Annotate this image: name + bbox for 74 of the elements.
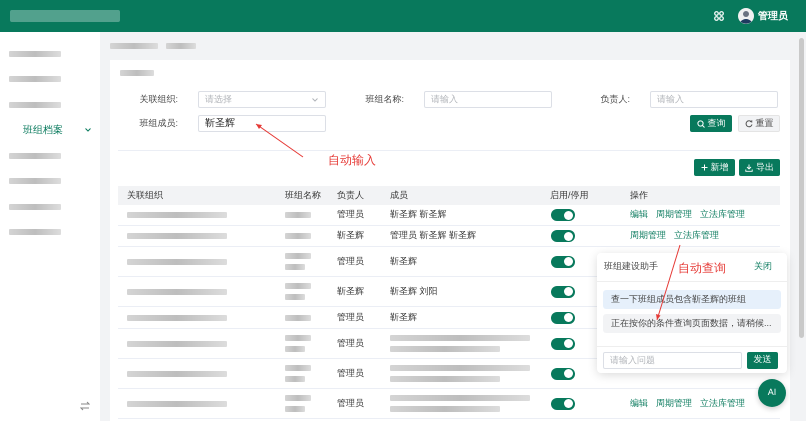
- action-link[interactable]: 立法库管理: [700, 396, 745, 410]
- search-icon: [696, 120, 704, 128]
- plus-icon: [700, 164, 708, 171]
- action-link[interactable]: 周期管理: [630, 229, 666, 243]
- close-link[interactable]: 关闭: [754, 260, 772, 274]
- toggle-switch[interactable]: [551, 312, 575, 324]
- column-header: 班组名称: [284, 188, 322, 202]
- column-header: 负责人: [336, 188, 365, 202]
- toggle-switch[interactable]: [551, 338, 575, 350]
- search-button[interactable]: 查询: [690, 115, 732, 132]
- redacted-text: [9, 152, 61, 159]
- redacted-text: [9, 76, 61, 82]
- redacted-text: [110, 43, 158, 49]
- toggle-switch[interactable]: [551, 256, 575, 268]
- redacted-text: [9, 178, 61, 184]
- table-cell-text: 靳圣辉: [337, 229, 365, 242]
- add-button[interactable]: 新增: [694, 159, 735, 176]
- table-cell-text: 靳圣辉 靳圣辉: [390, 208, 448, 222]
- field-label: 关联组织:: [138, 92, 179, 106]
- column-header: 操作: [629, 188, 649, 202]
- redacted-text: [9, 204, 61, 210]
- table-cell-text: 靳圣辉: [390, 310, 418, 324]
- sidebar-item[interactable]: 班组档案: [9, 118, 92, 143]
- table-cell-text: 管理员 靳圣辉 靳圣辉: [390, 229, 478, 242]
- export-button[interactable]: 导出: [739, 159, 780, 176]
- avatar-icon[interactable]: [738, 8, 754, 24]
- table-cell-text: 管理员: [337, 366, 365, 380]
- chevron-down-icon: [84, 126, 92, 134]
- toggle-switch[interactable]: [551, 286, 575, 298]
- table-cell-text: 管理员: [337, 208, 365, 222]
- toggle-switch[interactable]: [551, 209, 575, 221]
- action-link[interactable]: 编辑: [630, 208, 648, 222]
- action-link[interactable]: 编辑: [630, 396, 648, 410]
- collapse-icon[interactable]: [80, 401, 90, 411]
- chevron-down-icon: [311, 96, 319, 104]
- column-header: 成员: [389, 188, 409, 202]
- reset-button[interactable]: 重置: [738, 115, 780, 132]
- field-label: 班组名称:: [364, 92, 405, 106]
- field-label: 班组成员:: [138, 116, 179, 130]
- toggle-switch[interactable]: [551, 230, 575, 242]
- redacted-text: [120, 70, 154, 76]
- redacted-text: [9, 50, 61, 57]
- table-cell-text: 管理员: [337, 310, 365, 324]
- column-header: 启用/停用: [549, 188, 590, 202]
- send-button[interactable]: 发送: [747, 352, 778, 368]
- table-cell-text: 管理员: [337, 254, 365, 268]
- table-cell-text: 靳圣辉: [337, 284, 365, 298]
- table-cell-text: 靳圣辉: [390, 254, 418, 268]
- column-header: 关联组织: [126, 188, 164, 202]
- input-field[interactable]: 靳圣辉: [198, 115, 326, 132]
- action-link[interactable]: 周期管理: [656, 396, 692, 410]
- action-link[interactable]: 立法库管理: [700, 208, 745, 222]
- field-label: 负责人:: [599, 92, 631, 106]
- question-field[interactable]: 请输入问题: [603, 352, 742, 368]
- apps-icon[interactable]: [714, 11, 724, 21]
- assistant-message: 正在按你的条件查询页面数据，请稍候...: [603, 314, 781, 333]
- download-icon: [745, 164, 753, 172]
- annotation-arrow: [253, 122, 305, 158]
- table-cell-text: 靳圣辉 刘阳: [390, 284, 439, 298]
- annotation-text: 自动输入: [328, 152, 376, 169]
- panel-title: 班组建设助手: [604, 260, 658, 274]
- redacted-text: [9, 102, 61, 108]
- user-name[interactable]: 管理员: [758, 8, 788, 24]
- table-cell-text: 管理员: [337, 396, 365, 410]
- action-link[interactable]: 周期管理: [656, 208, 692, 222]
- table-cell-text: 管理员: [337, 336, 365, 350]
- action-link[interactable]: 立法库管理: [674, 229, 719, 243]
- refresh-icon: [744, 120, 752, 128]
- redacted-text: [166, 43, 196, 49]
- toggle-switch[interactable]: [551, 398, 575, 410]
- annotation-text: 自动查询: [678, 260, 726, 277]
- scrollbar[interactable]: [799, 38, 804, 338]
- toggle-switch[interactable]: [551, 368, 575, 380]
- redacted-text: [9, 229, 61, 236]
